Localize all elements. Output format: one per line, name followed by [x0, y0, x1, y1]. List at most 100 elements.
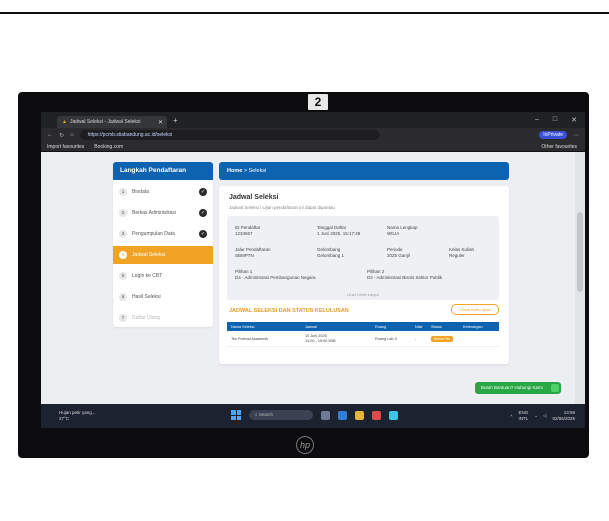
sidebar-item-label: Berkas Administrasi	[132, 210, 176, 216]
col-header-note: Keterangan	[463, 324, 483, 329]
sidebar-title: Langkah Pendaftaran	[113, 162, 213, 180]
tray-language[interactable]: ENG INTL	[519, 410, 529, 422]
windows-taskbar: Hujan petir yang... 27°C ⌕ Search ^ ENG I…	[41, 404, 585, 428]
number-sticker: 2	[308, 94, 328, 110]
browser-tab-bar: ▲ Jadwal Seleksi - Jadwal Seleksi ✕ + – …	[41, 112, 585, 128]
schedule-table-header: Nama Seleksi Jadwal Ruang Nilai Status K…	[227, 322, 499, 331]
page-scrollbar[interactable]	[575, 152, 585, 404]
step-number: 2	[119, 209, 127, 217]
applicant-info-panel: ID Pendaftar 1234567 Tanggal Daftar 1 Juni…	[227, 216, 499, 300]
sidebar-item-label: Hasil Seleksi	[132, 294, 161, 300]
sidebar-item-2[interactable]: 2 Berkas Administrasi ✓	[113, 204, 213, 222]
back-icon[interactable]: ←	[47, 132, 53, 138]
sidebar-item-label: Pengumpulan Data	[132, 231, 175, 237]
tab-title: Jadwal Seleksi - Jadwal Seleksi	[69, 119, 141, 125]
registration-steps-sidebar: Langkah Pendaftaran 1 Biodata ✓ 2 Berkas Adm…	[113, 162, 213, 327]
new-tab-icon[interactable]: +	[173, 116, 178, 125]
taskbar-clock[interactable]: 13:59 02/06/2025	[552, 410, 575, 422]
scroll-thumb[interactable]	[577, 212, 583, 292]
step-number: 4	[119, 251, 127, 259]
step-number: 5	[119, 272, 127, 280]
print-exam-card-button[interactable]: Cetak Kartu Ujian	[451, 304, 499, 315]
maximize-icon[interactable]: □	[553, 116, 557, 124]
window-controls: – □ ✕	[535, 116, 585, 124]
sidebar-item-6[interactable]: 6 Hasil Seleksi	[113, 288, 213, 306]
minimize-icon[interactable]: –	[535, 116, 539, 124]
col-header-name: Nama Seleksi	[231, 324, 255, 329]
home-icon[interactable]: ⌂	[70, 132, 74, 138]
task-view-icon[interactable]	[321, 410, 330, 420]
schedule-section-title: JADWAL SELEKSI DAN STATUS KELULUSAN	[229, 308, 349, 314]
edge-app-icon[interactable]	[389, 410, 398, 420]
step-number: 1	[119, 188, 127, 196]
cell-room: Ruang Lab 3	[375, 336, 397, 341]
col-header-schedule: Jadwal	[305, 324, 317, 329]
field-registration-path: Jalur Pendaftaran SBMPTN	[235, 247, 271, 258]
file-explorer-icon[interactable]	[355, 410, 364, 420]
close-tab-icon[interactable]: ✕	[158, 119, 163, 126]
bookmarks-bar: Import favourites Booking.com Other favo…	[41, 142, 585, 152]
field-class: Kelas Kuliah Reguler	[449, 247, 475, 258]
sidebar-item-1[interactable]: 1 Biodata ✓	[113, 183, 213, 201]
check-icon: ✓	[199, 188, 207, 196]
sidebar-item-label: Daftar Ulang	[132, 315, 161, 321]
sidebar-item-5[interactable]: 5 Login ke CBT	[113, 267, 213, 285]
edge-browser-icon[interactable]	[338, 410, 347, 420]
private-mode-badge[interactable]: InPrivate	[539, 131, 567, 139]
wifi-icon[interactable]: ◔	[534, 414, 537, 419]
address-bar-row: ← ↻ ⌂ https://pcmb.stiabandung.ac.id/sel…	[41, 128, 585, 142]
field-registrant-id: ID Pendaftar 1234567	[235, 225, 261, 236]
refresh-icon[interactable]: ↻	[59, 132, 64, 139]
status-badge: Belum Tes	[431, 335, 454, 342]
web-page: Langkah Pendaftaran 1 Biodata ✓ 2 Berkas Adm…	[41, 152, 575, 404]
top-rule	[0, 12, 609, 14]
cell-schedule: 10 Juni 2025 14:00 - 15:00 WIB	[305, 333, 336, 343]
page-favicon-icon: ▲	[62, 119, 67, 125]
field-wave: Gelombang Gelombang 1	[317, 247, 345, 258]
volume-icon[interactable]: ◁	[543, 413, 546, 419]
bookmark-booking[interactable]: Booking.com	[94, 144, 123, 150]
cell-score: -	[415, 336, 417, 341]
breadcrumb-separator: >	[243, 168, 248, 174]
other-favourites[interactable]: Other favourites	[541, 144, 577, 150]
breadcrumb: Home > Seleksi	[219, 162, 509, 180]
sidebar-item-4[interactable]: 4 Jadwal Seleksi	[113, 246, 213, 264]
store-icon[interactable]	[372, 410, 381, 420]
cell-name: Tes Potensi Akademik	[231, 336, 269, 341]
field-choice-1: Pilihan 1 D4 - Administrasi Pembangunan N…	[235, 269, 316, 280]
taskbar-search-input[interactable]: ⌕ Search	[249, 410, 313, 420]
windows-start-icon[interactable]	[231, 410, 241, 420]
bookmark-import-favourites[interactable]: Import favourites	[47, 144, 84, 150]
schedule-card: Jadwal Seleksi Jadwal Seleksi / Ujian pe…	[219, 186, 509, 364]
address-input[interactable]: https://pcmb.stiabandung.ac.id/seleksi	[79, 130, 380, 140]
cell-status: Belum Tes	[431, 335, 463, 342]
field-full-name: Nama Lengkap WILIA	[387, 225, 418, 236]
step-number: 3	[119, 230, 127, 238]
monitor-screen: ▲ Jadwal Seleksi - Jadwal Seleksi ✕ + – …	[41, 112, 585, 428]
table-row: Tes Potensi Akademik 10 Juni 2025 14:00 -…	[227, 331, 499, 347]
check-icon: ✓	[199, 209, 207, 217]
field-register-date: Tanggal Daftar 1 Juni 2025, 15:17:48	[317, 225, 361, 236]
close-window-icon[interactable]: ✕	[571, 116, 577, 124]
sidebar-item-label: Biodata	[132, 189, 149, 195]
help-contact-button[interactable]: Butuh Bantuan? Hubungi Kami	[475, 382, 561, 394]
breadcrumb-current: Seleksi	[248, 168, 267, 174]
chat-icon	[551, 384, 559, 392]
see-more-link[interactable]: Lihat Lebih Lanjut	[227, 292, 499, 297]
taskbar-apps: ⌕ Search	[231, 410, 398, 420]
step-number: 6	[119, 293, 127, 301]
field-choice-2: Pilihan 2 D4 - Administrasi Bisnis Sektor…	[367, 269, 443, 280]
menu-dots-icon[interactable]: ⋯	[573, 132, 579, 139]
browser-tab[interactable]: ▲ Jadwal Seleksi - Jadwal Seleksi ✕	[57, 116, 167, 128]
system-tray: ^ ENG INTL ◔ ◁ 13:59 02/06/2025	[510, 410, 575, 422]
sidebar-item-label: Login ke CBT	[132, 273, 163, 279]
sidebar-item-label: Jadwal Seleksi	[132, 252, 166, 258]
col-header-status: Status	[431, 324, 442, 329]
tray-chevron-icon[interactable]: ^	[510, 414, 512, 419]
breadcrumb-home[interactable]: Home	[227, 168, 242, 174]
sidebar-item-3[interactable]: 3 Pengumpulan Data ✓	[113, 225, 213, 243]
hp-logo-icon: hp	[296, 436, 314, 454]
col-header-score: Nilai	[415, 324, 423, 329]
weather-widget[interactable]: Hujan petir yang... 27°C	[59, 410, 96, 422]
field-period: Periode 2025 Ganjil	[387, 247, 410, 258]
